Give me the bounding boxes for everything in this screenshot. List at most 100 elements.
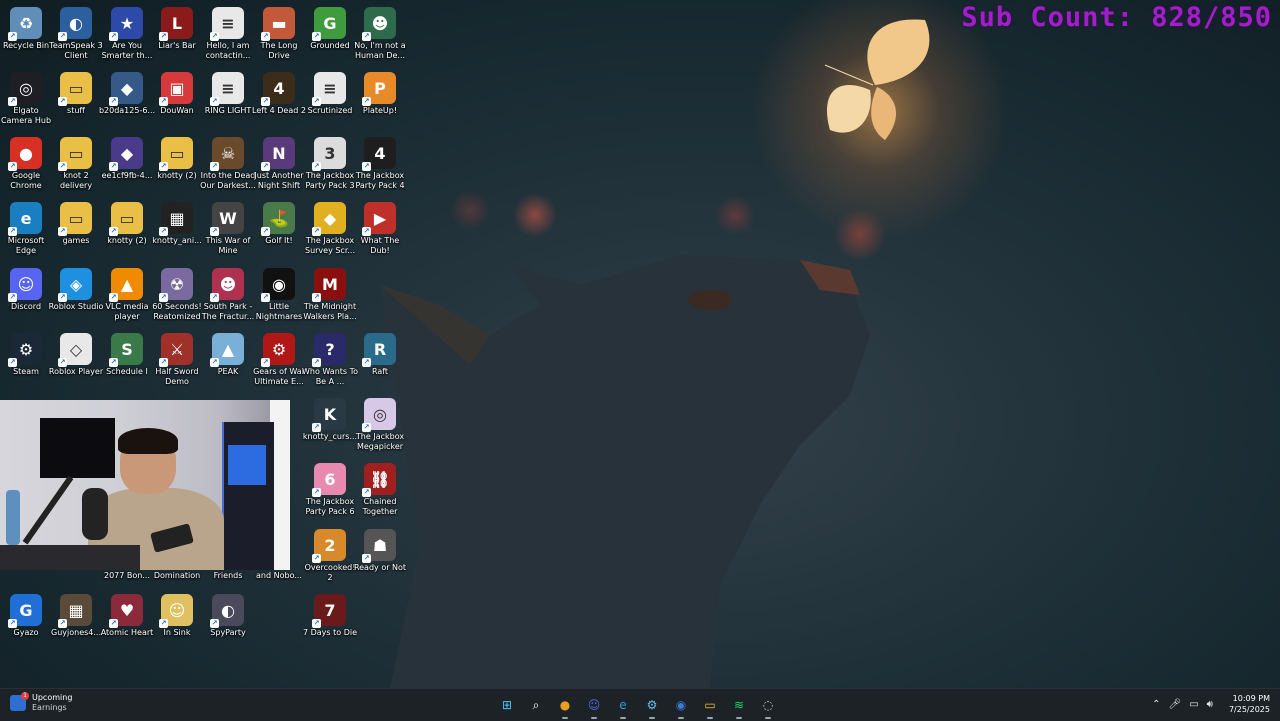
desktop-icon-label: PEAK (217, 367, 239, 376)
desktop-icon[interactable]: ⛳ ↗ Golf It! (253, 200, 305, 265)
desktop-icon[interactable]: e ↗ Microsoft Edge (0, 200, 52, 265)
desktop-icon[interactable]: ≡ ↗ Hello, I am contactin... (202, 5, 254, 70)
desktop-icon[interactable]: ⚙ ↗ Steam (0, 331, 52, 396)
desktop-icon[interactable]: K ↗ knotty_curs... (303, 396, 357, 461)
shortcut-arrow-icon: ↗ (312, 162, 321, 171)
desktop-icon[interactable]: ▭ ↗ knot 2 delivery (50, 135, 102, 200)
desktop-icon[interactable]: 4 ↗ The Jackbox Party Pack 4 (354, 135, 406, 200)
microphone-icon[interactable]: 🎤︎ (1169, 699, 1182, 710)
spotify-taskbar[interactable]: ≋ (728, 694, 750, 719)
desktop-icon[interactable]: ▭ ↗ games (50, 200, 102, 265)
desktop-icon[interactable]: M ↗ The Midnight Walkers Pla... (303, 266, 357, 331)
desktop-icon[interactable]: ▣ ↗ DouWan (151, 70, 203, 135)
desktop-icon[interactable]: ⚙ ↗ Gears of War Ultimate E... (253, 331, 305, 396)
desktop-icon[interactable]: S ↗ Schedule I (101, 331, 153, 396)
app-icon: K ↗ (312, 398, 346, 432)
chrome-taskbar[interactable]: ● (554, 694, 576, 719)
desktop-icon[interactable]: ▦ ↗ knotty_ani... (151, 200, 203, 265)
desktop-icon[interactable]: N ↗ Just Another Night Shift (253, 135, 305, 200)
desktop-icon[interactable]: ◇ ↗ Roblox Player (49, 331, 103, 396)
desktop-icon[interactable]: ▭ ↗ knotty (2) (151, 135, 203, 200)
network-icon[interactable]: ▭ (1189, 699, 1198, 710)
desktop-icon[interactable]: ☺ ↗ In Sink (151, 592, 203, 657)
desktop-icon[interactable]: ☢ ↗ 60 Seconds! Reatomized (151, 266, 203, 331)
desktop-icon[interactable]: Domination (151, 571, 203, 583)
desktop-icon[interactable]: 7 ↗ 7 Days to Die (303, 592, 357, 657)
desktop-icon-label: Roblox Studio (48, 302, 104, 311)
desktop-icon[interactable]: G ↗ Grounded (304, 5, 356, 70)
shortcut-arrow-icon: ↗ (312, 554, 321, 563)
widgets-button[interactable]: 1 Upcoming Earnings (10, 692, 72, 713)
desktop-icon[interactable]: ▲ ↗ PEAK (202, 331, 254, 396)
shortcut-arrow-icon: ↗ (261, 293, 270, 302)
desktop-icon[interactable]: 2 ↗ Overcooked! 2 (304, 527, 356, 592)
desktop-icon[interactable]: ⚔ ↗ Half Sword Demo (151, 331, 203, 396)
steam-taskbar[interactable]: ⚙ (641, 694, 663, 719)
desktop-icon[interactable]: ▦ ↗ Guyjones4... (50, 592, 102, 657)
app-icon: ▦ ↗ (58, 594, 92, 628)
desktop-icon[interactable]: and Nobo... (253, 571, 305, 583)
shortcut-arrow-icon: ↗ (159, 358, 168, 367)
desktop-icon[interactable]: G ↗ Gyazo (0, 592, 52, 657)
desktop-icon[interactable]: ★ ↗ Are You Smarter th... (101, 5, 153, 70)
desktop-icon[interactable]: ☻ ↗ No, I'm not a Human De... (354, 5, 406, 70)
shortcut-arrow-icon: ↗ (210, 97, 219, 106)
desktop-icon[interactable]: ◎ ↗ The Jackbox Megapicker (354, 396, 406, 461)
desktop-icon[interactable]: ≡ ↗ RING LIGHT (202, 70, 254, 135)
edge-taskbar[interactable]: e (612, 694, 634, 719)
desktop-icon[interactable]: ☗ ↗ Ready or Not (354, 527, 406, 592)
desktop-icon-label: Left 4 Dead 2 (252, 106, 306, 115)
shortcut-arrow-icon: ↗ (312, 358, 321, 367)
app-taskbar[interactable]: ◌ (757, 694, 779, 719)
desktop-icon[interactable]: ● ↗ Google Chrome (0, 135, 52, 200)
desktop-icon[interactable]: ♥ ↗ Atomic Heart (101, 592, 153, 657)
desktop-icon[interactable]: ♻ ↗ Recycle Bin (0, 5, 52, 70)
shortcut-arrow-icon: ↗ (261, 97, 270, 106)
desktop-icon[interactable]: ◉ ↗ Little Nightmares (253, 266, 305, 331)
desktop-icon[interactable]: W ↗ This War of Mine (202, 200, 254, 265)
desktop-icon[interactable]: ▬ ↗ The Long Drive (253, 5, 305, 70)
desktop-icon[interactable]: ☺ ↗ Discord (0, 266, 52, 331)
discord-taskbar[interactable]: ☺ (583, 694, 605, 719)
desktop-icon[interactable]: ◈ ↗ Roblox Studio (48, 266, 104, 331)
desktop-icon[interactable]: L ↗ Liar's Bar (151, 5, 203, 70)
ai-app-taskbar[interactable]: ◉ (670, 694, 692, 719)
desktop-icon[interactable]: P ↗ PlateUp! (354, 70, 406, 135)
desktop-icon[interactable]: R ↗ Raft (354, 331, 406, 396)
desktop-icon[interactable]: 4 ↗ Left 4 Dead 2 (252, 70, 306, 135)
desktop-icon-label: knotty_ani... (152, 236, 202, 245)
shortcut-arrow-icon: ↗ (362, 488, 371, 497)
shortcut-arrow-icon: ↗ (210, 227, 219, 236)
shortcut-arrow-icon: ↗ (312, 619, 321, 628)
search-button[interactable]: ⌕ (525, 694, 547, 716)
desktop-icon[interactable]: ◐ ↗ SpyParty (202, 592, 254, 657)
clock[interactable]: 10:09 PM 7/25/2025 (1229, 693, 1270, 715)
desktop-icon[interactable]: ☻ ↗ South Park - The Fractur... (202, 266, 254, 331)
desktop-icon[interactable]: ? ↗ Who Wants To Be A ... (302, 331, 358, 396)
file-explorer-taskbar[interactable]: ▭ (699, 694, 721, 719)
vlc-icon: ▲ ↗ (109, 268, 143, 302)
desktop-icon[interactable]: 3 ↗ The Jackbox Party Pack 3 (304, 135, 356, 200)
desktop-icon[interactable]: ▲ ↗ VLC media player (101, 266, 153, 331)
desktop-icon-label: In Sink (163, 628, 191, 637)
volume-icon[interactable]: 🔊︎ (1207, 699, 1213, 710)
desktop-icon[interactable]: 2077 Bon... (101, 571, 153, 583)
desktop-icon[interactable]: ▭ ↗ knotty (2) (101, 200, 153, 265)
desktop-icon[interactable]: ◎ ↗ Elgato Camera Hub (0, 70, 52, 135)
chevron-up-icon[interactable]: ⌃ (1152, 699, 1160, 710)
desktop-icon[interactable]: ⛓ ↗ Chained Together (354, 461, 406, 526)
desktop-icon[interactable]: ◆ ↗ b20da125-6... (99, 70, 155, 135)
desktop-icon[interactable]: ◆ ↗ ee1cf9fb-4... (101, 135, 153, 200)
shortcut-arrow-icon: ↗ (312, 423, 321, 432)
desktop-icon[interactable]: ▭ ↗ stuff (50, 70, 102, 135)
game-icon: 7 ↗ (312, 594, 346, 628)
app-icon: ◆ ↗ (109, 72, 143, 106)
desktop-icon[interactable]: 6 ↗ The Jackbox Party Pack 6 (304, 461, 356, 526)
desktop-icon[interactable]: ◐ ↗ TeamSpeak 3 Client (49, 5, 103, 70)
desktop-icon[interactable]: ☠ ↗ Into the Dead Our Darkest... (200, 135, 256, 200)
desktop-icon[interactable]: Friends (202, 571, 254, 583)
start-button[interactable]: ⊞ (496, 694, 518, 716)
desktop-icon[interactable]: ▶ ↗ What The Dub! (354, 200, 406, 265)
desktop-icon[interactable]: ≡ ↗ Scrutinized (304, 70, 356, 135)
desktop-icon[interactable]: ◆ ↗ The Jackbox Survey Scr... (304, 200, 356, 265)
